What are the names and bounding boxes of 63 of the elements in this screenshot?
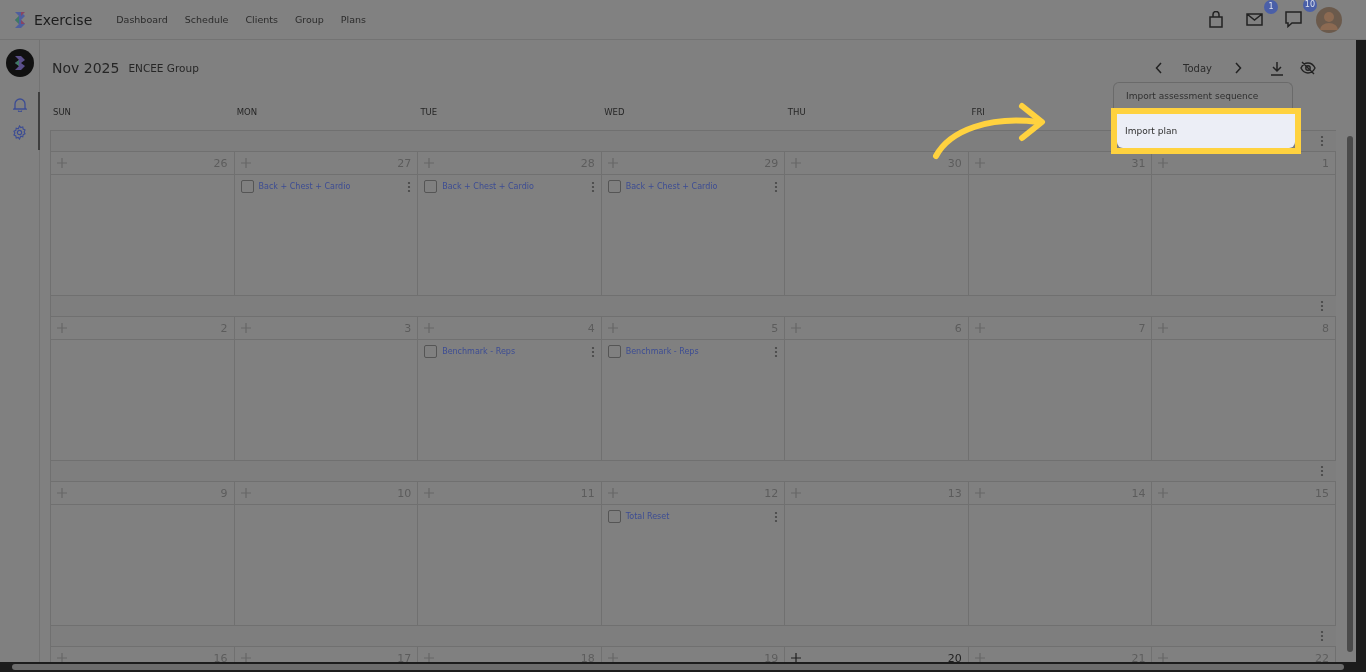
more-icon[interactable] [1320, 300, 1324, 312]
download-icon[interactable] [1270, 60, 1284, 76]
workout-link[interactable]: Benchmark - Reps [625, 347, 699, 356]
checkbox[interactable] [607, 345, 621, 358]
more-icon[interactable] [774, 510, 779, 523]
add-icon[interactable] [240, 653, 251, 663]
sidebar-scrollbar[interactable] [38, 92, 40, 150]
settings-icon[interactable] [12, 125, 27, 140]
more-icon[interactable] [774, 345, 779, 358]
month-title: Nov 2025 [52, 60, 120, 76]
nav-link[interactable]: Plans [340, 14, 367, 25]
horizontal-scrollbar[interactable] [0, 662, 1366, 672]
checkbox[interactable] [607, 510, 621, 523]
group-logo-icon[interactable] [5, 49, 34, 77]
mail-icon[interactable] [1246, 13, 1263, 26]
add-icon[interactable] [424, 653, 435, 663]
next-icon[interactable] [1234, 62, 1242, 74]
checkbox[interactable] [607, 180, 621, 193]
chat-icon[interactable] [1285, 11, 1302, 28]
workout-link[interactable]: Back + Chest + Cardio [258, 182, 351, 191]
checkbox[interactable] [240, 180, 254, 193]
group-name: ENCEE Group [128, 62, 199, 74]
workout-link[interactable]: Total Reset [625, 512, 670, 521]
more-icon[interactable] [774, 180, 779, 193]
checkbox[interactable] [424, 345, 438, 358]
add-icon[interactable] [791, 653, 802, 663]
more-icon[interactable] [1320, 465, 1324, 477]
today-button[interactable]: Today [1183, 62, 1212, 74]
notification-badge: 10 [1302, 0, 1317, 12]
checkbox[interactable] [424, 180, 438, 193]
weekday-label: SUN [52, 107, 72, 117]
menu-item[interactable]: Import assessment sequence [1113, 82, 1293, 108]
shopping-bag-icon[interactable] [1208, 11, 1224, 28]
page-scrollbar[interactable] [1356, 40, 1366, 662]
weekday-label: TUE [419, 107, 439, 117]
weekday-label: MON [235, 107, 259, 117]
workout-link[interactable]: Benchmark - Reps [442, 347, 516, 356]
menu-item[interactable]: Import plan [1117, 114, 1295, 148]
bell-icon[interactable] [12, 97, 27, 112]
add-icon[interactable] [1158, 653, 1169, 663]
notification-badge: 1 [1264, 0, 1278, 14]
more-icon[interactable] [1320, 135, 1324, 147]
more-icon[interactable] [590, 180, 595, 193]
weekday-label: WED [603, 107, 626, 117]
avatar-icon[interactable] [1316, 6, 1342, 33]
eye-off-icon[interactable] [1300, 61, 1316, 75]
workout-link[interactable]: Back + Chest + Cardio [625, 182, 718, 191]
more-icon[interactable] [1320, 630, 1324, 642]
nav-link[interactable]: Clients [245, 14, 278, 25]
nav-link[interactable]: Group [294, 14, 324, 25]
weekday-label: THU [786, 107, 807, 117]
weekday-label: FRI [970, 107, 986, 117]
app-name: Exercise [34, 11, 93, 28]
nav-link[interactable]: Dashboard [116, 14, 168, 25]
more-icon[interactable] [407, 180, 412, 193]
workout-link[interactable]: Back + Chest + Cardio [442, 182, 534, 191]
more-icon[interactable] [590, 345, 595, 358]
add-icon[interactable] [607, 653, 618, 663]
add-icon[interactable] [57, 653, 67, 663]
nav-link[interactable]: Schedule [184, 14, 229, 25]
add-icon[interactable] [974, 653, 985, 663]
date-number: 20 [947, 651, 962, 665]
previous-icon[interactable] [1155, 62, 1164, 74]
